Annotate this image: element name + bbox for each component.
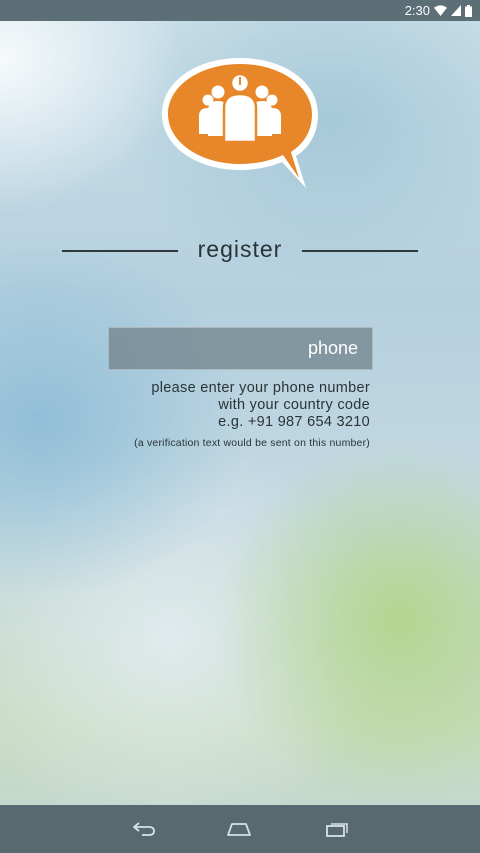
status-icons: 2:30 — [405, 3, 472, 18]
status-time: 2:30 — [404, 3, 430, 18]
people-chat-bubble-logo — [162, 58, 318, 188]
register-title-row: register — [62, 234, 418, 268]
signal-icon — [451, 5, 461, 16]
app-logo — [160, 56, 320, 190]
wifi-icon — [434, 5, 447, 16]
help-line-3: e.g. +91 987 654 3210 — [218, 414, 370, 430]
phone-help-text: please enter your phone number with your… — [108, 380, 370, 450]
back-button[interactable] — [129, 817, 159, 841]
phone-input[interactable] — [108, 327, 373, 370]
register-screen: 2:30 register phone please enter your ph… — [0, 0, 480, 853]
home-icon — [227, 823, 251, 836]
title-divider-right — [302, 250, 418, 252]
status-bar: 2:30 — [0, 0, 480, 21]
help-line-1: please enter your phone number — [151, 380, 370, 396]
back-icon — [133, 822, 155, 836]
battery-icon — [465, 4, 472, 17]
recents-button[interactable] — [322, 817, 352, 841]
verification-note: (a verification text would be sent on th… — [134, 437, 370, 449]
recents-icon — [326, 823, 348, 837]
help-line-2: with your country code — [218, 397, 370, 413]
navigation-bar — [0, 805, 480, 853]
home-button[interactable] — [224, 817, 254, 841]
